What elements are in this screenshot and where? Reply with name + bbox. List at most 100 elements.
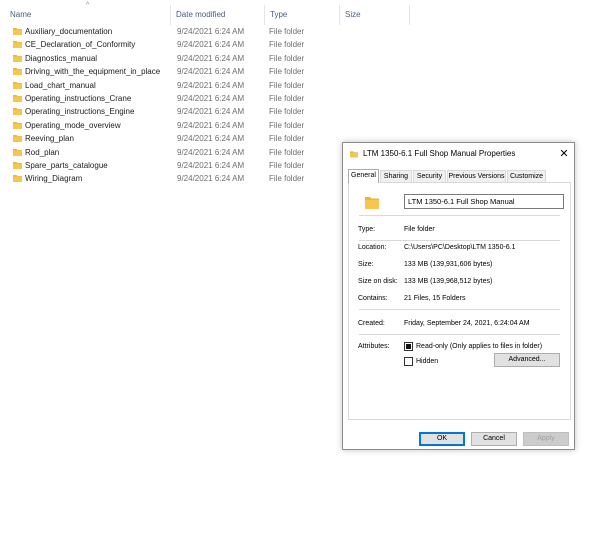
size-label: Size: bbox=[358, 261, 374, 268]
folder-icon bbox=[350, 151, 358, 158]
file-date: 9/24/2021 6:24 AM bbox=[177, 147, 245, 157]
folder-icon bbox=[13, 108, 22, 116]
ok-button[interactable]: OK bbox=[419, 432, 465, 446]
file-date: 9/24/2021 6:24 AM bbox=[177, 53, 245, 63]
folder-icon bbox=[13, 28, 22, 35]
list-item[interactable]: Driving_with_the_equipment_in_place 9/24… bbox=[8, 65, 338, 78]
list-item[interactable]: Rod_plan 9/24/2021 6:24 AM File folder bbox=[8, 146, 338, 159]
folder-icon bbox=[13, 175, 22, 183]
file-date: 9/24/2021 6:24 AM bbox=[177, 40, 245, 50]
list-item[interactable]: Auxiliary_documentation 9/24/2021 6:24 A… bbox=[8, 25, 338, 38]
folder-icon bbox=[13, 95, 22, 102]
folder-icon bbox=[365, 197, 379, 209]
list-item[interactable]: Operating_instructions_Crane 9/24/2021 6… bbox=[8, 92, 338, 105]
list-item[interactable]: Operating_mode_overview 9/24/2021 6:24 A… bbox=[8, 119, 338, 132]
column-divider[interactable] bbox=[339, 5, 340, 25]
file-date: 9/24/2021 6:24 AM bbox=[177, 80, 245, 90]
folder-icon bbox=[13, 135, 22, 143]
file-name: Spare_parts_catalogue bbox=[25, 161, 108, 170]
file-name: Load_chart_manual bbox=[25, 80, 96, 90]
file-type: File folder bbox=[269, 94, 305, 103]
file-name: Rod_plan bbox=[25, 147, 60, 157]
readonly-checkbox[interactable] bbox=[404, 342, 413, 351]
file-name: CE_Declaration_of_Conformity bbox=[25, 40, 136, 50]
file-date: 9/24/2021 6:24 AM bbox=[177, 67, 245, 77]
file-name: Diagnostics_manual bbox=[25, 53, 98, 63]
file-name: Driving_with_the_equipment_in_place bbox=[25, 67, 161, 77]
sort-ascending-icon: ^ bbox=[86, 2, 90, 9]
column-name[interactable]: Name bbox=[10, 9, 31, 21]
list-item[interactable]: Operating_instructions_Engine 9/24/2021 … bbox=[8, 105, 338, 118]
file-type: File folder bbox=[269, 80, 305, 90]
file-date: 9/24/2021 6:24 AM bbox=[177, 161, 245, 170]
advanced-button[interactable]: Advanced... bbox=[494, 353, 560, 367]
file-type: File folder bbox=[269, 53, 305, 63]
column-divider[interactable] bbox=[409, 5, 410, 25]
file-date: 9/24/2021 6:24 AM bbox=[177, 94, 245, 103]
file-type: File folder bbox=[269, 174, 305, 184]
folder-icon bbox=[13, 41, 22, 49]
file-name: Operating_instructions_Engine bbox=[25, 107, 135, 117]
folder-icon bbox=[13, 121, 22, 129]
folder-icon bbox=[13, 68, 22, 76]
list-item[interactable]: Load_chart_manual 9/24/2021 6:24 AM File… bbox=[8, 79, 338, 92]
general-panel: LTM 1350-6.1 Full Shop Manual Type: File… bbox=[348, 182, 571, 420]
file-name: Auxiliary_documentation bbox=[25, 27, 113, 36]
readonly-label[interactable]: Read-only (Only applies to files in fold… bbox=[416, 342, 542, 351]
close-button[interactable]: ✕ bbox=[556, 146, 572, 162]
type-value: File folder bbox=[404, 226, 435, 233]
list-item[interactable]: Diagnostics_manual 9/24/2021 6:24 AM Fil… bbox=[8, 52, 338, 65]
divider bbox=[359, 215, 560, 216]
type-label: Type: bbox=[358, 226, 376, 233]
file-type: File folder bbox=[269, 67, 305, 77]
size-on-disk-label: Size on disk: bbox=[358, 278, 398, 285]
size-on-disk-value: 133 MB (139,968,512 bytes) bbox=[404, 278, 493, 285]
folder-icon bbox=[13, 54, 22, 62]
file-date: 9/24/2021 6:24 AM bbox=[177, 174, 245, 184]
column-header: ^ Name Date modified Type Size bbox=[0, 0, 600, 28]
list-item[interactable]: Wiring_Diagram 9/24/2021 6:24 AM File fo… bbox=[8, 172, 338, 185]
folder-icon bbox=[13, 81, 22, 89]
created-value: Friday, September 24, 2021, 6:24:04 AM bbox=[404, 320, 530, 327]
file-type: File folder bbox=[269, 27, 305, 36]
file-name: Reeving_plan bbox=[25, 134, 74, 144]
tab-general[interactable]: General bbox=[348, 169, 379, 183]
dialog-title: LTM 1350-6.1 Full Shop Manual Properties bbox=[363, 149, 516, 158]
file-date: 9/24/2021 6:24 AM bbox=[177, 27, 245, 36]
properties-dialog: LTM 1350-6.1 Full Shop Manual Properties… bbox=[342, 142, 575, 450]
list-item[interactable]: Spare_parts_catalogue 9/24/2021 6:24 AM … bbox=[8, 159, 338, 172]
created-label: Created: bbox=[358, 320, 385, 327]
file-type: File folder bbox=[269, 120, 305, 130]
list-item[interactable]: Reeving_plan 9/24/2021 6:24 AM File fold… bbox=[8, 132, 338, 145]
apply-button[interactable]: Apply bbox=[523, 432, 569, 446]
contains-value: 21 Files, 15 Folders bbox=[404, 295, 466, 302]
folder-name-input[interactable]: LTM 1350-6.1 Full Shop Manual bbox=[404, 194, 564, 209]
column-divider[interactable] bbox=[170, 5, 171, 25]
location-value: C:\Users\PC\Desktop\LTM 1350-6.1 bbox=[404, 244, 516, 251]
file-date: 9/24/2021 6:24 AM bbox=[177, 120, 245, 130]
list-item[interactable]: CE_Declaration_of_Conformity 9/24/2021 6… bbox=[8, 38, 338, 51]
file-name: Operating_instructions_Crane bbox=[25, 94, 132, 103]
column-date-modified[interactable]: Date modified bbox=[176, 9, 225, 21]
divider bbox=[359, 240, 560, 241]
folder-icon bbox=[13, 148, 22, 156]
divider bbox=[359, 334, 560, 335]
file-type: File folder bbox=[269, 40, 305, 50]
hidden-label[interactable]: Hidden bbox=[416, 357, 438, 366]
hidden-checkbox[interactable] bbox=[404, 357, 413, 366]
cancel-button[interactable]: Cancel bbox=[471, 432, 517, 446]
file-name: Operating_mode_overview bbox=[25, 120, 121, 130]
size-value: 133 MB (139,931,606 bytes) bbox=[404, 261, 493, 268]
location-label: Location: bbox=[358, 244, 387, 251]
file-name: Wiring_Diagram bbox=[25, 174, 83, 184]
contains-label: Contains: bbox=[358, 295, 388, 302]
folder-icon bbox=[13, 162, 22, 169]
column-size[interactable]: Size bbox=[345, 9, 361, 21]
dialog-titlebar[interactable]: LTM 1350-6.1 Full Shop Manual Properties… bbox=[343, 143, 574, 165]
file-type: File folder bbox=[269, 147, 305, 157]
attributes-label: Attributes: bbox=[358, 343, 390, 350]
file-type: File folder bbox=[269, 161, 305, 170]
file-type: File folder bbox=[269, 107, 305, 117]
column-divider[interactable] bbox=[264, 5, 265, 25]
column-type[interactable]: Type bbox=[270, 9, 287, 21]
